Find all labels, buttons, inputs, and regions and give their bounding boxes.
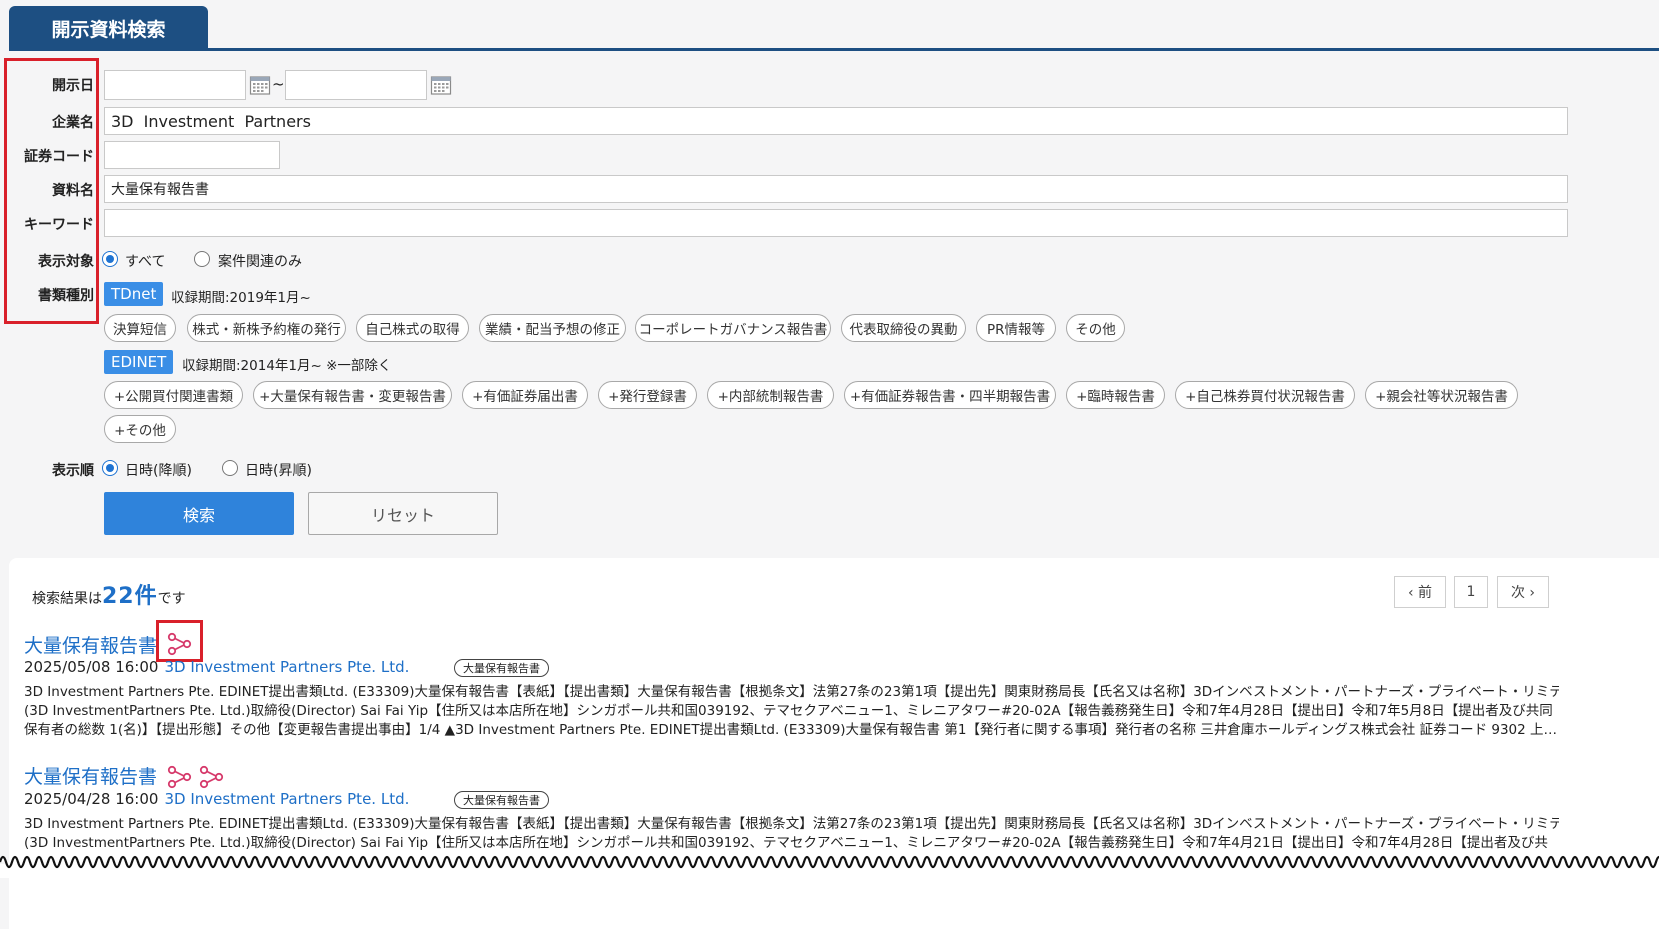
target-all-label[interactable]: すべて bbox=[125, 251, 165, 271]
order-desc-label[interactable]: 日時(降順) bbox=[125, 460, 192, 480]
search-button[interactable]: 検索 bbox=[104, 492, 294, 535]
target-all-radio[interactable] bbox=[102, 251, 118, 267]
date-to-input[interactable] bbox=[285, 70, 427, 100]
calendar-icon[interactable] bbox=[430, 74, 452, 96]
result-tag: 大量保有報告書 bbox=[454, 659, 549, 677]
edinet-chip[interactable]: +自己株券買付状況報告書 bbox=[1175, 381, 1355, 409]
order-label: 表示順 bbox=[52, 463, 94, 479]
docname-label: 資料名 bbox=[52, 183, 94, 199]
pager-next-button[interactable]: 次 › bbox=[1497, 576, 1549, 608]
order-asc-label[interactable]: 日時(昇順) bbox=[245, 460, 312, 480]
page-title: 開示資料検索 bbox=[9, 6, 208, 50]
torn-edge bbox=[0, 855, 1659, 878]
results-suffix: です bbox=[157, 591, 186, 607]
target-related-label[interactable]: 案件関連のみ bbox=[218, 251, 302, 271]
edinet-chip[interactable]: +発行登録書 bbox=[598, 381, 697, 409]
share-icon[interactable] bbox=[199, 765, 225, 789]
code-input[interactable] bbox=[104, 141, 280, 169]
keyword-label: キーワード bbox=[24, 217, 94, 233]
edinet-chip[interactable]: +親会社等状況報告書 bbox=[1365, 381, 1518, 409]
tdnet-chip[interactable]: 自己株式の取得 bbox=[356, 314, 469, 342]
code-label: 証券コード bbox=[24, 149, 94, 165]
edinet-period-note: 収録期間:2014年1月~ ※一部除く bbox=[182, 358, 392, 374]
result-title-link[interactable]: 大量保有報告書 bbox=[24, 762, 157, 789]
edinet-chip[interactable]: +有価証券届出書 bbox=[462, 381, 588, 409]
doctype-label: 書類種別 bbox=[38, 288, 94, 304]
edinet-chip[interactable]: +臨時報告書 bbox=[1066, 381, 1165, 409]
results-count-number: 22件 bbox=[102, 584, 158, 609]
excerpt-line: 3D Investment Partners Pte. EDINET提出書類Lt… bbox=[24, 684, 1559, 700]
header-divider bbox=[9, 48, 1659, 51]
result-datetime: 2025/05/08 16:00 bbox=[24, 658, 159, 676]
edinet-badge: EDINET bbox=[104, 350, 174, 374]
target-label: 表示対象 bbox=[38, 254, 94, 270]
excerpt-line: 3D Investment Partners Pte. EDINET提出書類Lt… bbox=[24, 816, 1559, 832]
edinet-chip[interactable]: +大量保有報告書・変更報告書 bbox=[253, 381, 452, 409]
result-datetime: 2025/04/28 16:00 bbox=[24, 790, 159, 808]
edinet-chip[interactable]: +その他 bbox=[104, 415, 176, 443]
results-prefix: 検索結果は bbox=[32, 591, 102, 607]
tdnet-chip[interactable]: 株式・新株予約権の発行 bbox=[187, 314, 346, 342]
calendar-icon[interactable] bbox=[249, 74, 271, 96]
result-excerpt: 3D Investment Partners Pte. EDINET提出書類Lt… bbox=[24, 683, 1559, 740]
company-input[interactable] bbox=[104, 107, 1568, 135]
tdnet-period-note: 収録期間:2019年1月~ bbox=[171, 290, 311, 306]
pager-page-1[interactable]: 1 bbox=[1454, 576, 1488, 608]
result-meta: 2025/05/08 16:00 3D Investment Partners P… bbox=[24, 658, 409, 676]
reset-button[interactable]: リセット bbox=[308, 492, 498, 535]
excerpt-line: (3D InvestmentPartners Pte. Ltd.)取締役(Dir… bbox=[24, 703, 1553, 719]
tdnet-chip[interactable]: 決算短信 bbox=[104, 314, 176, 342]
order-desc-radio[interactable] bbox=[102, 460, 118, 476]
edinet-chip[interactable]: +公開買付関連書類 bbox=[104, 381, 243, 409]
result-meta: 2025/04/28 16:00 3D Investment Partners P… bbox=[24, 790, 409, 808]
share-icon[interactable] bbox=[167, 632, 193, 656]
date-separator: ~ bbox=[272, 75, 285, 93]
edinet-chip[interactable]: +内部統制報告書 bbox=[707, 381, 834, 409]
excerpt-line: 保有者の総数 1(名)】【提出形態】その他【変更報告書提出事由】1/4 ▲3D … bbox=[24, 722, 1558, 738]
docname-input[interactable] bbox=[104, 175, 1568, 203]
order-asc-radio[interactable] bbox=[222, 460, 238, 476]
tdnet-badge: TDnet bbox=[104, 282, 164, 306]
tdnet-chip[interactable]: PR情報等 bbox=[976, 314, 1056, 342]
date-from-input[interactable] bbox=[104, 70, 246, 100]
pager-prev-button[interactable]: ‹ 前 bbox=[1394, 576, 1446, 608]
tdnet-chip[interactable]: コーポレートガバナンス報告書 bbox=[635, 314, 831, 342]
tdnet-chip[interactable]: 代表取締役の異動 bbox=[841, 314, 966, 342]
result-title-link[interactable]: 大量保有報告書 bbox=[24, 631, 157, 658]
company-label: 企業名 bbox=[52, 115, 94, 131]
results-count: 検索結果は22件です bbox=[32, 578, 186, 610]
keyword-input[interactable] bbox=[104, 209, 1568, 237]
date-label: 開示日 bbox=[52, 78, 94, 94]
result-company-link[interactable]: 3D Investment Partners Pte. Ltd. bbox=[164, 658, 409, 676]
tdnet-chip[interactable]: 業績・配当予想の修正 bbox=[479, 314, 626, 342]
edinet-chip[interactable]: +有価証券報告書・四半期報告書 bbox=[844, 381, 1056, 409]
result-company-link[interactable]: 3D Investment Partners Pte. Ltd. bbox=[164, 790, 409, 808]
result-tag: 大量保有報告書 bbox=[454, 791, 549, 809]
share-icon[interactable] bbox=[167, 765, 193, 789]
target-related-radio[interactable] bbox=[194, 251, 210, 267]
tdnet-chip[interactable]: その他 bbox=[1066, 314, 1125, 342]
